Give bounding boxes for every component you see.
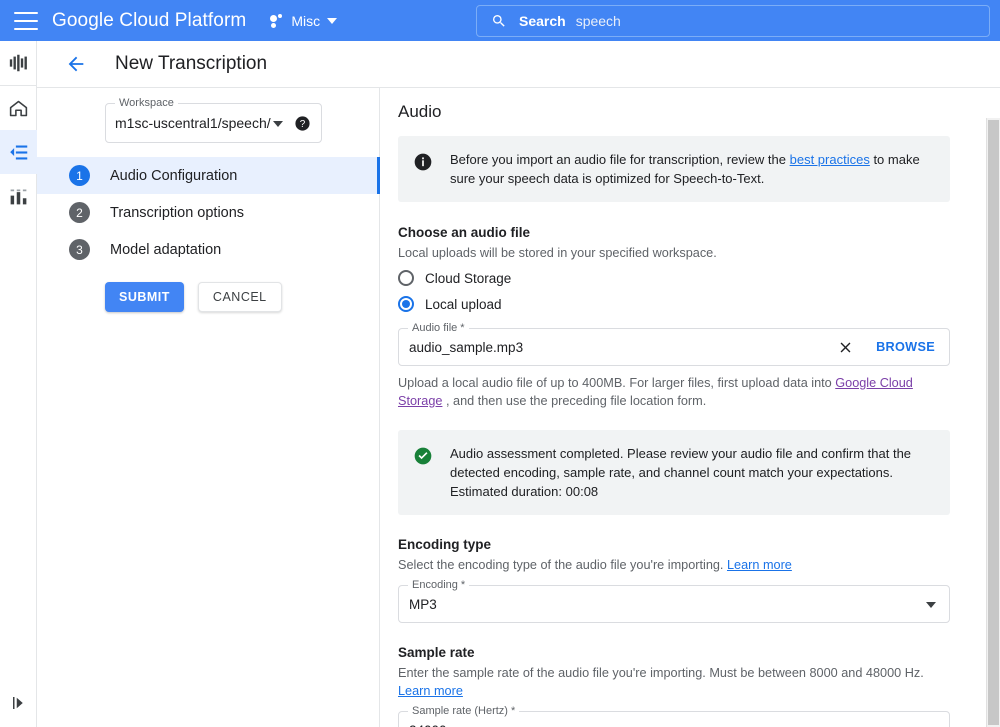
brand-title: Google Cloud Platform — [52, 9, 247, 31]
encoding-label: Encoding * — [408, 579, 470, 591]
cancel-button[interactable]: CANCEL — [197, 282, 282, 312]
step-number: 3 — [69, 239, 90, 260]
search-icon — [493, 15, 505, 27]
success-banner-text: Audio assessment completed. Please revie… — [450, 446, 912, 499]
info-banner: Before you import an audio file for tran… — [398, 136, 950, 202]
close-icon[interactable] — [837, 339, 854, 356]
search-query-value: speech — [575, 13, 621, 29]
audio-file-label: Audio file * — [408, 322, 469, 334]
encoding-type-helper: Select the encoding type of the audio fi… — [398, 556, 950, 574]
radio-button-unchecked-icon[interactable] — [398, 270, 414, 286]
help-icon[interactable]: ? — [294, 115, 311, 132]
radio-local-upload-label: Local upload — [425, 296, 502, 312]
rail-item-evaluation[interactable] — [0, 174, 37, 218]
left-config-panel: Workspace m1sc-uscentral1/speech/ ? 1 Au… — [37, 88, 380, 727]
back-arrow-icon[interactable] — [65, 53, 87, 75]
project-selector[interactable]: Misc — [270, 12, 338, 29]
encoding-value: MP3 — [409, 596, 437, 612]
sample-rate-value: 24000 — [409, 723, 447, 727]
icon-rail — [0, 41, 37, 727]
best-practices-link[interactable]: best practices — [790, 152, 870, 167]
audio-helper-after: , and then use the preceding file locati… — [442, 394, 707, 408]
audio-helper-before: Upload a local audio file of up to 400MB… — [398, 376, 836, 390]
submit-button[interactable]: SUBMIT — [105, 282, 184, 312]
chevron-down-icon[interactable] — [273, 121, 283, 127]
radio-local-upload[interactable]: Local upload — [398, 292, 950, 316]
choose-audio-file-heading: Choose an audio file — [398, 225, 531, 240]
info-banner-text: Before you import an audio file for tran… — [450, 150, 934, 188]
audio-file-value: audio_sample.mp3 — [409, 339, 524, 355]
expand-panel-glyph-icon — [12, 697, 23, 709]
success-banner: Audio assessment completed. Please revie… — [398, 430, 950, 515]
form-actions: SUBMIT CANCEL — [105, 282, 282, 312]
project-dots-icon — [270, 13, 284, 28]
radio-button-checked-icon[interactable] — [398, 296, 414, 312]
sample-rate-label: Sample rate (Hertz) * — [408, 705, 520, 717]
choose-audio-file-helper: Local uploads will be stored in your spe… — [398, 246, 717, 260]
workspace-value: m1sc-uscentral1/speech/ — [115, 115, 271, 131]
rail-item-transcriptions[interactable] — [0, 130, 37, 174]
audio-file-helper: Upload a local audio file of up to 400MB… — [398, 374, 950, 410]
search-input[interactable]: Search speech — [476, 5, 990, 37]
audio-file-field[interactable]: Audio file * audio_sample.mp3 BROWSE — [398, 322, 950, 366]
top-app-bar: Google Cloud Platform Misc Search speech — [0, 0, 1000, 41]
step-number: 1 — [69, 165, 90, 186]
browse-button[interactable]: BROWSE — [876, 340, 935, 354]
sample-rate-learn-more-link[interactable]: Learn more — [398, 684, 463, 698]
radio-cloud-storage-label: Cloud Storage — [425, 270, 512, 286]
sample-rate-block: Sample rate Enter the sample rate of the… — [398, 645, 950, 727]
step-label: Audio Configuration — [110, 167, 238, 184]
audio-section-heading: Audio — [398, 102, 442, 121]
sample-rate-helper-text: Enter the sample rate of the audio file … — [398, 666, 924, 680]
rail-item-home[interactable] — [0, 86, 37, 130]
sample-rate-helper: Enter the sample rate of the audio file … — [398, 664, 950, 700]
speech-waveform-icon — [9, 54, 27, 72]
step-list: 1 Audio Configuration 2 Transcription op… — [37, 157, 380, 268]
step-number: 2 — [69, 202, 90, 223]
radio-cloud-storage[interactable]: Cloud Storage — [398, 266, 950, 290]
encoding-type-block: Encoding type Select the encoding type o… — [398, 537, 950, 623]
info-icon — [414, 153, 432, 171]
info-text-before: Before you import an audio file for tran… — [450, 152, 790, 167]
home-icon — [9, 100, 28, 116]
sidebar-item-model-adaptation[interactable]: 3 Model adaptation — [37, 231, 380, 268]
transcriptions-list-icon — [10, 145, 28, 159]
workspace-select[interactable]: Workspace m1sc-uscentral1/speech/ ? — [105, 97, 322, 143]
chart-bars-icon — [10, 189, 27, 204]
step-label: Transcription options — [110, 204, 245, 221]
rail-item-speech[interactable] — [0, 41, 37, 85]
chevron-down-icon — [327, 17, 338, 24]
expand-panel-icon[interactable] — [0, 687, 37, 719]
hamburger-menu-icon[interactable] — [14, 11, 38, 30]
page-header: New Transcription — [37, 41, 1000, 88]
project-name: Misc — [291, 12, 321, 29]
check-circle-icon — [414, 447, 432, 465]
search-label: Search — [519, 13, 566, 29]
sample-rate-heading: Sample rate — [398, 645, 475, 660]
encoding-learn-more-link[interactable]: Learn more — [727, 558, 792, 572]
encoding-select[interactable]: Encoding * MP3 — [398, 579, 950, 623]
main-content: Audio Before you import an audio file fo… — [381, 88, 985, 727]
sidebar-item-audio-configuration[interactable]: 1 Audio Configuration — [37, 157, 380, 194]
workspace-label: Workspace — [115, 97, 178, 109]
svg-text:?: ? — [300, 119, 306, 130]
chevron-down-icon[interactable] — [926, 602, 936, 608]
encoding-helper-text: Select the encoding type of the audio fi… — [398, 558, 727, 572]
sidebar-item-transcription-options[interactable]: 2 Transcription options — [37, 194, 380, 231]
encoding-type-heading: Encoding type — [398, 537, 492, 552]
step-label: Model adaptation — [110, 241, 222, 258]
page-title: New Transcription — [115, 53, 268, 74]
sample-rate-input[interactable]: Sample rate (Hertz) * 24000 — [398, 705, 950, 727]
main-scrollbar-thumb[interactable] — [988, 120, 999, 725]
